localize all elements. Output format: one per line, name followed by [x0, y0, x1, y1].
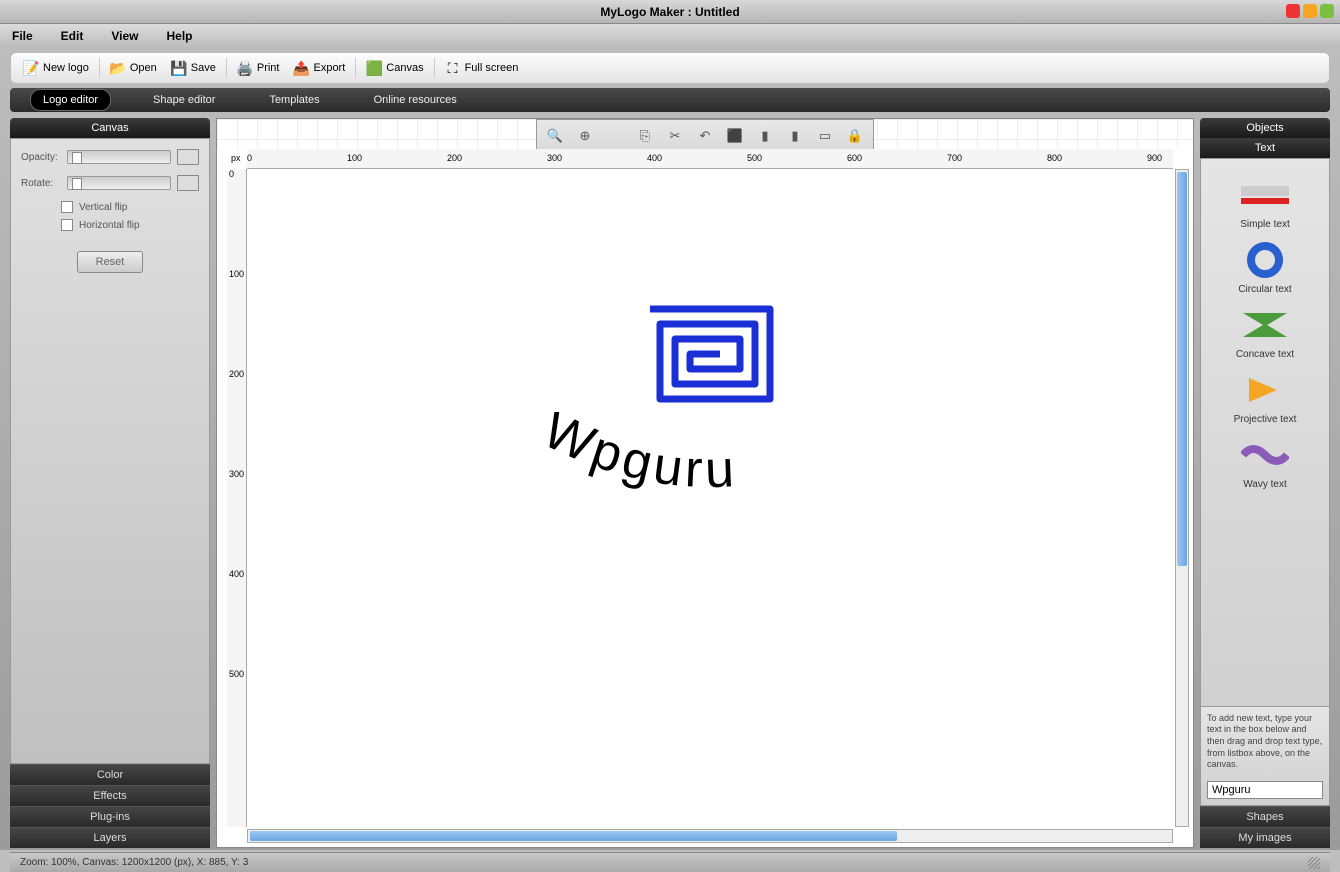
concave-text-icon [1240, 305, 1290, 345]
rotate-label: Rotate: [21, 178, 61, 189]
cut-icon[interactable]: ✂ [661, 124, 689, 148]
canvas-icon: 🟩 [366, 60, 382, 76]
reset-button[interactable]: Reset [77, 251, 144, 273]
canvas-button[interactable]: 🟩Canvas [362, 58, 427, 78]
right-panel-header-text[interactable]: Text [1200, 138, 1330, 158]
copy-icon[interactable]: ⎘ [631, 124, 659, 148]
horizontal-flip-checkbox[interactable] [61, 219, 73, 231]
right-tab-shapes[interactable]: Shapes [1200, 806, 1330, 827]
main-toolbar: 📝New logo 📂Open 💾Save 🖨️Print 📤Export 🟩C… [10, 52, 1330, 84]
undo-icon[interactable]: ↶ [691, 124, 719, 148]
horizontal-ruler: 0 100 200 300 400 500 600 700 800 900 [247, 149, 1173, 169]
spiral-shape-icon[interactable] [640, 299, 780, 409]
menubar: File Edit View Help [0, 24, 1340, 48]
export-button[interactable]: 📤Export [289, 58, 349, 78]
right-panel-header-objects[interactable]: Objects [1200, 118, 1330, 138]
tab-bar: Logo editor Shape editor Templates Onlin… [10, 88, 1330, 112]
window-title: MyLogo Maker : Untitled [600, 5, 739, 19]
status-text: Zoom: 100%, Canvas: 1200x1200 (px), X: 8… [20, 857, 248, 868]
vertical-flip-label: Vertical flip [79, 202, 127, 213]
left-tab-layers[interactable]: Layers [10, 827, 210, 848]
save-button[interactable]: 💾Save [167, 58, 220, 78]
align-left-icon[interactable]: ⬛ [721, 124, 749, 148]
minimize-icon[interactable] [1303, 4, 1317, 18]
export-icon: 📤 [293, 60, 309, 76]
tab-online-resources[interactable]: Online resources [362, 90, 469, 110]
new-logo-button[interactable]: 📝New logo [19, 58, 93, 78]
rotate-slider[interactable] [67, 176, 171, 190]
simple-text-icon [1240, 175, 1290, 215]
open-icon: 📂 [110, 60, 126, 76]
circular-text-item[interactable]: Circular text [1207, 240, 1323, 295]
fullscreen-icon: ⛶ [445, 60, 461, 76]
close-icon[interactable] [1286, 4, 1300, 18]
svg-text:Wpguru: Wpguru [535, 412, 739, 499]
tab-shape-editor[interactable]: Shape editor [141, 90, 227, 110]
circular-text-icon [1240, 240, 1290, 280]
print-icon: 🖨️ [237, 60, 253, 76]
concave-text-item[interactable]: Concave text [1207, 305, 1323, 360]
left-tab-plugins[interactable]: Plug-ins [10, 806, 210, 827]
simple-text-item[interactable]: Simple text [1207, 175, 1323, 230]
print-button[interactable]: 🖨️Print [233, 58, 284, 78]
menu-edit[interactable]: Edit [61, 29, 84, 43]
tab-templates[interactable]: Templates [257, 90, 331, 110]
open-button[interactable]: 📂Open [106, 58, 161, 78]
menu-view[interactable]: View [111, 29, 138, 43]
horizontal-flip-label: Horizontal flip [79, 220, 140, 231]
vertical-ruler: 0 100 200 300 400 500 [227, 169, 247, 827]
vertical-flip-checkbox[interactable] [61, 201, 73, 213]
align-center-h-icon[interactable]: ▮ [751, 124, 779, 148]
logo-text[interactable]: Wpguru [530, 412, 890, 525]
left-panel-body: Opacity: Rotate: Vertical flip Horizonta… [10, 138, 210, 764]
logo-object[interactable]: Wpguru [530, 299, 890, 525]
maximize-icon[interactable] [1320, 4, 1334, 18]
opacity-label: Opacity: [21, 152, 61, 163]
horizontal-scrollbar[interactable] [247, 829, 1173, 843]
new-icon: 📝 [23, 60, 39, 76]
vertical-scrollbar[interactable] [1175, 169, 1189, 827]
rotate-value[interactable] [177, 175, 199, 191]
lock-icon[interactable]: 🔒 [841, 124, 869, 148]
wavy-text-icon [1240, 435, 1290, 475]
fullscreen-button[interactable]: ⛶Full screen [441, 58, 523, 78]
opacity-slider[interactable] [67, 150, 171, 164]
ruler-unit: px [231, 153, 241, 163]
menu-file[interactable]: File [12, 29, 33, 43]
left-panel-header-canvas[interactable]: Canvas [10, 118, 210, 138]
resize-grip[interactable] [1308, 857, 1320, 869]
menu-help[interactable]: Help [166, 29, 192, 43]
help-text: To add new text, type your text in the b… [1201, 707, 1329, 777]
right-tab-my-images[interactable]: My images [1200, 827, 1330, 848]
text-input[interactable] [1207, 781, 1323, 799]
opacity-value[interactable] [177, 149, 199, 165]
right-panel-body: Simple text Circular text Concave text P… [1200, 158, 1330, 707]
left-tab-color[interactable]: Color [10, 764, 210, 785]
save-icon: 💾 [171, 60, 187, 76]
wavy-text-item[interactable]: Wavy text [1207, 435, 1323, 490]
projective-text-item[interactable]: Projective text [1207, 370, 1323, 425]
bring-forward-icon[interactable]: ▭ [811, 124, 839, 148]
projective-text-icon [1240, 370, 1290, 410]
canvas-area[interactable]: 🔍 ⊕ ⎘ ✂ ↶ ⬛ ▮ ▮ ▭ 🔒 🔍 ⊖ ⎘ ✖ ↷ ▬ ▮ ▬ ▭ 🔓 … [216, 118, 1194, 848]
align-right-icon[interactable]: ▮ [781, 124, 809, 148]
zoom-in-icon[interactable]: 🔍 [541, 124, 569, 148]
tab-logo-editor[interactable]: Logo editor [30, 89, 111, 111]
left-tab-effects[interactable]: Effects [10, 785, 210, 806]
canvas-workspace[interactable]: Wpguru [247, 169, 1173, 827]
zoom-fit-icon[interactable]: ⊕ [571, 124, 599, 148]
